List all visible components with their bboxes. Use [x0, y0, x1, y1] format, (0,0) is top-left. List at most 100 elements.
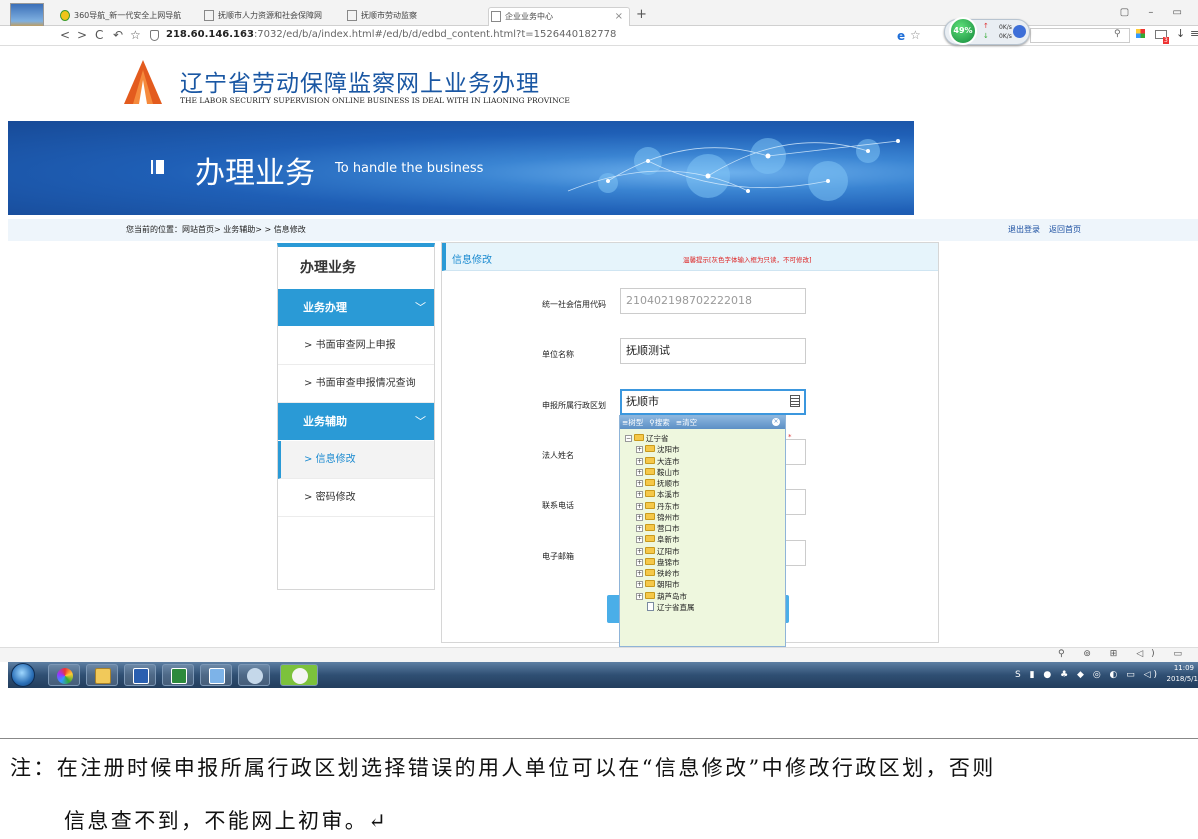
tree-node-city[interactable]: + 营口市 — [636, 523, 680, 534]
close-icon[interactable]: × — [772, 418, 780, 426]
region-field[interactable]: 抚顺市 — [620, 389, 806, 415]
file-explorer-taskbar-button[interactable] — [86, 664, 118, 686]
tab-labor-supervision[interactable]: 抚顺市劳动监察 — [345, 7, 417, 26]
folder-icon — [645, 546, 655, 554]
page-icon — [347, 10, 357, 21]
tree-node-city[interactable]: + 铁岭市 — [636, 568, 680, 579]
mail-count-badge: 3 — [1163, 37, 1169, 44]
undo-icon[interactable]: ↶ — [113, 28, 123, 42]
bullet-icon: > — [304, 492, 313, 503]
expand-toggle-icon[interactable]: + — [636, 525, 643, 532]
apps-icon[interactable] — [1136, 29, 1145, 38]
collapse-toggle-icon[interactable]: − — [625, 435, 632, 442]
tree-node-label: 本溪市 — [657, 490, 680, 500]
wechat-taskbar-button[interactable] — [280, 664, 318, 686]
tree-node-direct[interactable]: 辽宁省直属 — [647, 601, 695, 613]
media-player-taskbar-button[interactable] — [238, 664, 270, 686]
expand-toggle-icon[interactable]: + — [636, 502, 643, 510]
home-link[interactable]: 返回首页 — [1049, 224, 1081, 235]
tab-enterprise-center[interactable]: 企业业务中心 × — [488, 7, 630, 26]
chevron-down-icon: ﹀ — [415, 301, 426, 314]
expand-toggle-icon[interactable]: + — [636, 558, 643, 566]
menu-section-business[interactable]: 业务办理 ﹀ — [278, 289, 434, 326]
clock-time[interactable]: 11:09 — [1174, 664, 1194, 672]
logout-link[interactable]: 退出登录 — [1008, 224, 1040, 235]
close-tab-icon[interactable]: × — [615, 8, 623, 25]
panel-title: 信息修改 — [452, 255, 492, 266]
window-controls[interactable]: ▢ – ▭ — [1120, 7, 1190, 18]
expand-toggle-icon[interactable]: + — [636, 513, 643, 521]
region-picker-icon[interactable] — [790, 395, 800, 407]
tree-node-city[interactable]: + 大连市 — [636, 456, 680, 467]
menu-item-written-review-apply[interactable]: > 书面审查网上申报 — [278, 327, 434, 365]
expand-toggle-icon[interactable]: + — [636, 581, 643, 589]
tree-node-city[interactable]: + 锦州市 — [636, 512, 680, 523]
word-taskbar-button[interactable] — [124, 664, 156, 686]
forward-icon[interactable]: > — [77, 28, 87, 42]
banner-block-icon — [151, 160, 164, 174]
menu-item-info-edit[interactable]: > 信息修改 — [278, 441, 434, 479]
clock-date[interactable]: 2018/5/1 — [1167, 675, 1198, 683]
tree-node-city[interactable]: + 葫芦岛市 — [636, 591, 687, 602]
expand-toggle-icon[interactable]: + — [636, 446, 643, 454]
status-strip-icons[interactable]: ⚲ ⊚ ⊞ ◁) ▭ — [1058, 649, 1190, 659]
folder-icon — [645, 591, 655, 599]
tree-view-button[interactable]: ≡树型 — [622, 418, 646, 427]
browser-360-taskbar-button[interactable] — [48, 664, 80, 686]
expand-toggle-icon[interactable]: + — [636, 547, 643, 555]
expand-toggle-icon[interactable]: + — [636, 592, 643, 600]
tree-node-city[interactable]: + 本溪市 — [636, 489, 680, 500]
expand-toggle-icon[interactable]: + — [636, 468, 643, 476]
tab-360-navigation[interactable]: 360导航_新一代安全上网导航 — [58, 7, 181, 26]
tree-node-city[interactable]: + 阜新市 — [636, 534, 680, 545]
tree-node-label: 营口市 — [657, 524, 680, 533]
expand-toggle-icon[interactable]: + — [636, 570, 643, 577]
tree-toolbar: ≡树型 ⚲搜索 ≡清空 × — [620, 416, 785, 429]
excel-icon — [171, 668, 187, 684]
menu-item-written-review-query[interactable]: > 书面审查申报情况查询 — [278, 365, 434, 403]
ie-icon[interactable]: e — [897, 29, 905, 43]
tree-node-city[interactable]: + 辽阳市 — [636, 546, 680, 557]
tree-node-city[interactable]: + 抚顺市 — [636, 478, 680, 489]
page-icon — [204, 10, 214, 21]
start-button[interactable] — [11, 663, 35, 687]
tree-node-label: 辽宁省直属 — [657, 602, 695, 612]
region-tree-dropdown: ≡树型 ⚲搜索 ≡清空 × − 辽宁省 + 沈阳市 + 大连市 + 鞍山市 + 抚顺市 + 本溪市 + 丹东市… — [619, 415, 786, 647]
tree-node-city[interactable]: + 朝阳市 — [636, 579, 680, 590]
network-monitor-widget[interactable]: 49% ↑ ↓ 0K/s 0K/s — [944, 17, 1030, 45]
tree-node-root[interactable]: − 辽宁省 — [625, 433, 669, 444]
new-tab-button[interactable]: + — [636, 7, 647, 22]
menu-icon[interactable]: ≡ — [1190, 27, 1198, 40]
menu-item-label: 密码修改 — [315, 492, 356, 503]
expand-toggle-icon[interactable]: + — [636, 491, 643, 499]
tree-clear-button[interactable]: ≡清空 — [676, 418, 700, 427]
remote-desktop-taskbar-button[interactable] — [200, 664, 232, 686]
tree-node-label: 铁岭市 — [657, 569, 680, 578]
tree-node-city[interactable]: + 丹东市 — [636, 501, 680, 512]
menu-section-assist[interactable]: 业务辅助 ﹀ — [278, 403, 434, 440]
unit-name-field[interactable]: 抚顺测试 — [620, 338, 806, 364]
note-line-1: 注：在注册时候申报所属行政区划选择错误的用人单位可以在“信息修改”中修改行政区划… — [10, 756, 996, 780]
download-arrow-icon: ↓ — [983, 32, 989, 40]
reload-icon[interactable]: C — [95, 28, 103, 42]
expand-toggle-icon[interactable]: + — [636, 536, 643, 544]
url-path: :7032/ed/b/a/index.html#/ed/b/d/edbd_con… — [253, 29, 617, 40]
back-icon[interactable]: < — [60, 28, 70, 42]
favorite-star-icon[interactable]: ☆ — [910, 28, 921, 42]
tab-hr-social-security[interactable]: 抚顺市人力资源和社会保障网 — [202, 7, 322, 26]
bookmark-star-icon[interactable]: ☆ — [130, 28, 141, 42]
tree-node-city[interactable]: + 沈阳市 — [636, 444, 680, 455]
upload-arrow-icon: ↑ — [983, 22, 989, 30]
tree-node-city[interactable]: + 鞍山市 — [636, 467, 680, 478]
expand-toggle-icon[interactable]: + — [636, 480, 643, 487]
url-field[interactable]: 218.60.146.163:7032/ed/b/a/index.html#/e… — [166, 29, 616, 40]
menu-item-password-edit[interactable]: > 密码修改 — [278, 479, 434, 517]
excel-taskbar-button[interactable] — [162, 664, 194, 686]
download-icon[interactable]: ↓ — [1176, 27, 1185, 40]
tray-icons[interactable]: S ▮ ● ♣ ◆ ◎ ◐ ▭ ◁) — [1015, 670, 1160, 680]
bullet-icon: > — [304, 378, 313, 389]
tree-search-button[interactable]: ⚲搜索 — [649, 418, 673, 427]
tree-node-city[interactable]: + 盘锦市 — [636, 557, 680, 568]
expand-toggle-icon[interactable]: + — [636, 457, 643, 465]
search-icon[interactable]: ⚲ — [1114, 29, 1121, 39]
